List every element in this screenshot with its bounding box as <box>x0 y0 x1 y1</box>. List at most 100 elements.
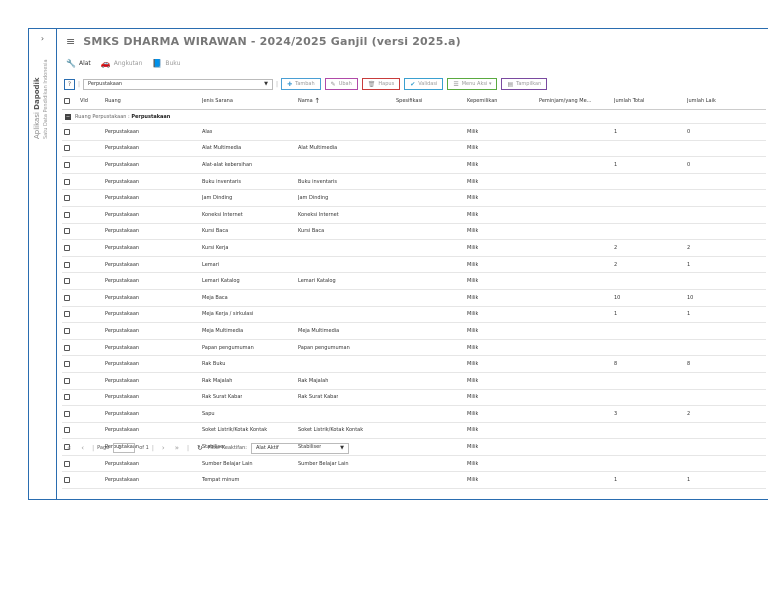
row-checkbox[interactable] <box>64 327 70 334</box>
row-checkbox-cell[interactable] <box>64 207 70 223</box>
row-checkbox-cell[interactable] <box>64 423 70 439</box>
next-page-icon[interactable]: › <box>162 444 165 452</box>
table-row[interactable]: Perpustakaan Alat-alat kebersihan Milik 1 0 <box>62 157 766 174</box>
row-checkbox[interactable] <box>64 410 70 417</box>
help-icon[interactable]: ? <box>64 78 75 90</box>
cell-kepemilikan: Milik <box>467 410 479 417</box>
col-kepemilikan[interactable]: Kepemilikan <box>467 93 497 109</box>
row-checkbox-cell[interactable] <box>64 307 70 323</box>
tab-alat[interactable]: 🔧 Alat <box>66 59 91 68</box>
table-row[interactable]: Perpustakaan Alat Multimedia Alat Multimed… <box>62 141 766 158</box>
row-checkbox[interactable] <box>64 195 70 202</box>
table-row[interactable]: Perpustakaan Sumber Belajar Lain Sumber Be… <box>62 456 766 473</box>
row-checkbox-cell[interactable] <box>64 224 70 240</box>
prev-page-icon[interactable]: ‹ <box>81 444 84 452</box>
display-icon: ▤ <box>507 80 514 88</box>
row-checkbox[interactable] <box>64 211 70 218</box>
table-row[interactable]: Perpustakaan Papan pengumuman Papan pengum… <box>62 340 766 357</box>
row-checkbox[interactable] <box>64 344 70 351</box>
table-row[interactable]: Perpustakaan Lemari Katalog Lemari Katalog… <box>62 273 766 290</box>
filter-keaktifan-select[interactable]: Alat Aktif ▼ <box>250 442 349 454</box>
row-checkbox[interactable] <box>64 178 70 185</box>
row-checkbox[interactable] <box>64 311 70 318</box>
table-row[interactable]: Perpustakaan Rak Buku Milik 8 8 <box>62 356 766 373</box>
table-row[interactable]: Perpustakaan Koneksi Internet Koneksi Inte… <box>62 207 766 224</box>
row-checkbox-cell[interactable] <box>64 141 70 157</box>
col-ruang[interactable]: Ruang <box>105 93 121 109</box>
row-checkbox[interactable] <box>64 427 70 434</box>
page-input[interactable]: 1 <box>113 443 136 453</box>
cell-jumlah-laik: 1 <box>687 311 691 318</box>
tab-buku[interactable]: 📘 Buku <box>152 59 180 68</box>
table-row[interactable]: Perpustakaan Sapu Milik 3 2 <box>62 406 766 423</box>
table-row[interactable]: Perpustakaan Kursi Baca Kursi Baca Milik <box>62 224 766 241</box>
col-jumlah-total[interactable]: Jumlah Total <box>614 93 644 109</box>
row-checkbox-cell[interactable] <box>64 290 70 306</box>
select-all-checkbox[interactable] <box>64 98 70 104</box>
row-checkbox-cell[interactable] <box>64 472 70 488</box>
col-nama[interactable]: Nama ↑ <box>298 93 320 109</box>
col-jumlah-laik[interactable]: Jumlah Laik <box>687 93 716 109</box>
row-checkbox-cell[interactable] <box>64 406 70 422</box>
row-checkbox[interactable] <box>64 477 70 484</box>
row-checkbox-cell[interactable] <box>64 190 70 206</box>
table-row[interactable]: Perpustakaan Soket Listrik/Kotak Kontak So… <box>62 423 766 440</box>
row-checkbox[interactable] <box>64 278 70 285</box>
row-checkbox[interactable] <box>64 394 70 401</box>
row-checkbox-cell[interactable] <box>64 174 70 190</box>
last-page-icon[interactable]: » <box>175 444 179 452</box>
table-row[interactable]: Perpustakaan Lemari Milik 2 1 <box>62 257 766 274</box>
table-row[interactable]: Perpustakaan Meja Multimedia Meja Multimed… <box>62 323 766 340</box>
collapse-icon[interactable]: − <box>65 113 71 120</box>
col-spesifikasi[interactable]: Spesifikasi <box>396 93 422 109</box>
row-checkbox[interactable] <box>64 377 70 384</box>
row-checkbox-cell[interactable] <box>64 373 70 389</box>
row-checkbox[interactable] <box>64 161 70 168</box>
table-row[interactable]: Perpustakaan Alas Milik 1 0 <box>62 124 766 141</box>
row-checkbox-cell[interactable] <box>64 240 70 256</box>
ubah-button[interactable]: ✎ Ubah <box>324 78 358 90</box>
ruang-select[interactable]: Perpustakaan ▼ <box>83 78 274 90</box>
table-row[interactable]: Perpustakaan Meja Kerja / sirkulasi Milik 1… <box>62 307 766 324</box>
row-checkbox[interactable] <box>64 128 70 135</box>
row-checkbox-cell[interactable] <box>64 257 70 273</box>
row-checkbox-cell[interactable] <box>64 340 70 356</box>
row-checkbox-cell[interactable] <box>64 390 70 406</box>
row-checkbox-cell[interactable] <box>64 456 70 472</box>
tab-angkutan[interactable]: 🚗 Angkutan <box>101 59 143 68</box>
table-row[interactable]: Perpustakaan Rak Surat Kabar Rak Surat Kab… <box>62 390 766 407</box>
row-checkbox[interactable] <box>64 228 70 235</box>
tampilkan-button[interactable]: ▤ Tampilkan <box>501 78 548 90</box>
row-checkbox[interactable] <box>64 294 70 301</box>
row-checkbox-cell[interactable] <box>64 356 70 372</box>
row-checkbox[interactable] <box>64 261 70 268</box>
row-checkbox[interactable] <box>64 361 70 368</box>
col-peminjam[interactable]: Peminjam/yang Me... <box>539 93 591 109</box>
table-row[interactable]: Perpustakaan Meja Baca Milik 10 10 <box>62 290 766 307</box>
refresh-icon[interactable]: ↻ <box>197 444 203 452</box>
row-checkbox-cell[interactable] <box>64 124 70 140</box>
row-checkbox-cell[interactable] <box>64 273 70 289</box>
validasi-button[interactable]: ✔ Validasi <box>404 78 444 90</box>
row-checkbox-cell[interactable] <box>64 323 70 339</box>
row-checkbox[interactable] <box>64 244 70 251</box>
table-row[interactable]: Perpustakaan Tempat minum Milik 1 1 <box>62 472 766 490</box>
group-header-row[interactable]: − Ruang Perpustakaan : Perpustakaan <box>62 110 766 124</box>
table-row[interactable]: Perpustakaan Jam Dinding Jam Dinding Milik <box>62 190 766 207</box>
tambah-button[interactable]: ✚ Tambah <box>281 78 321 90</box>
col-vld[interactable]: Vld <box>80 93 88 109</box>
table-row[interactable]: Perpustakaan Kursi Kerja Milik 2 2 <box>62 240 766 257</box>
cell-ruang: Perpustakaan <box>105 311 140 318</box>
menu-icon[interactable]: ≡ <box>66 35 75 48</box>
menu-aksi-button[interactable]: ☰ Menu Aksi ▾ <box>447 78 498 90</box>
select-all-checkbox-cell[interactable] <box>64 93 70 109</box>
row-checkbox[interactable] <box>64 145 70 152</box>
row-checkbox-cell[interactable] <box>64 157 70 173</box>
col-jenis-sarana[interactable]: Jenis Sarana <box>202 93 233 109</box>
table-row[interactable]: Perpustakaan Buku inventaris Buku inventar… <box>62 174 766 191</box>
table-row[interactable]: Perpustakaan Rak Majalah Rak Majalah Milik <box>62 373 766 390</box>
hapus-button[interactable]: 🗑 Hapus <box>361 78 401 90</box>
row-checkbox[interactable] <box>64 460 70 467</box>
first-page-icon[interactable]: « <box>67 444 71 452</box>
tampilkan-label: Tampilkan <box>516 81 542 87</box>
